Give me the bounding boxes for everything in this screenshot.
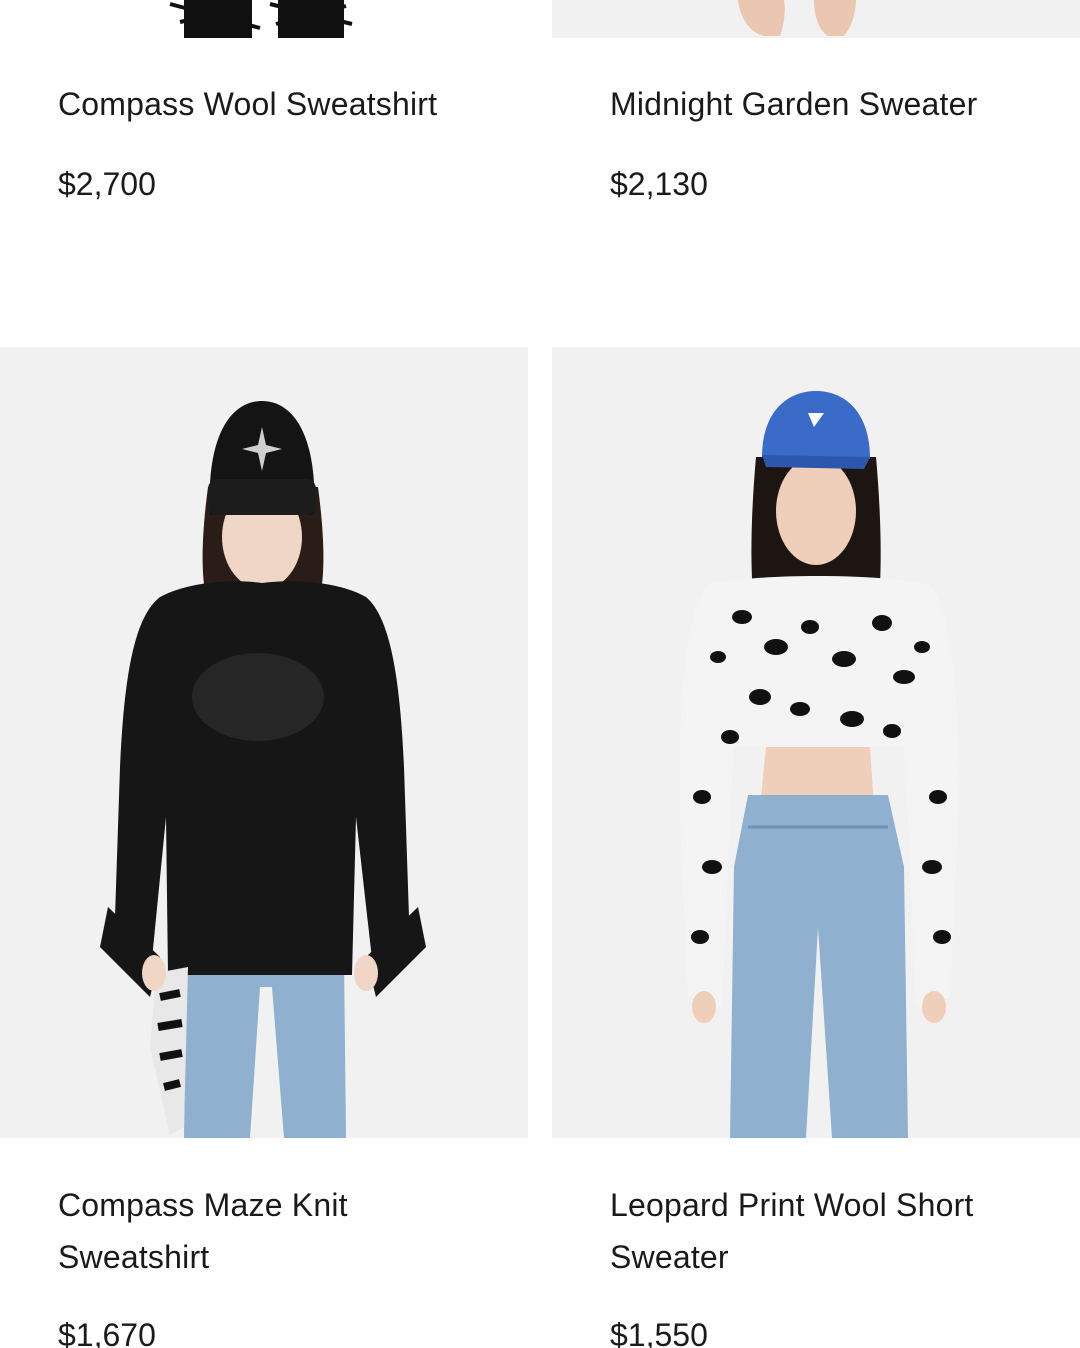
product-image[interactable] xyxy=(552,0,1080,38)
product-price: $1,550 xyxy=(610,1317,708,1348)
product-image[interactable] xyxy=(552,347,1080,1138)
product-grid: Compass Wool Sweatshirt $2,700 Midnight … xyxy=(0,0,1080,1348)
product-card-leopard-print-wool-short-sweater[interactable]: Leopard Print Wool Short Sweater $1,550 xyxy=(552,347,1080,1348)
product-card-compass-wool-sweatshirt[interactable]: Compass Wool Sweatshirt $2,700 xyxy=(0,0,528,240)
product-title[interactable]: Leopard Print Wool Short Sweater xyxy=(610,1179,1050,1283)
product-price: $2,130 xyxy=(610,166,708,202)
product-image[interactable] xyxy=(0,0,528,38)
product-card-midnight-garden-sweater[interactable]: Midnight Garden Sweater $2,130 xyxy=(552,0,1080,240)
product-title[interactable]: Compass Wool Sweatshirt xyxy=(58,78,498,130)
product-price: $2,700 xyxy=(58,166,156,202)
product-card-compass-maze-knit-sweatshirt[interactable]: Compass Maze Knit Sweatshirt $1,670 xyxy=(0,347,528,1348)
product-image[interactable] xyxy=(0,347,528,1138)
product-title[interactable]: Compass Maze Knit Sweatshirt xyxy=(58,1179,498,1283)
product-title[interactable]: Midnight Garden Sweater xyxy=(610,78,1050,130)
product-price: $1,670 xyxy=(58,1317,156,1348)
